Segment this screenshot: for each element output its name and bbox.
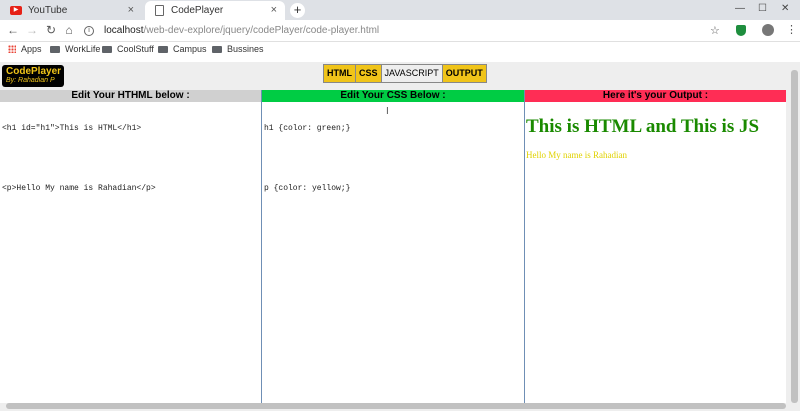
bookmark-label: Apps	[21, 44, 42, 54]
avatar[interactable]	[762, 24, 774, 36]
folder-icon	[158, 45, 168, 53]
home-icon[interactable]: ⌂	[62, 23, 76, 37]
bookmark-worklife[interactable]: WorkLife	[50, 44, 100, 54]
codeplayer-app: CodePlayer By: Rahadian P HTML CSS JAVAS…	[0, 62, 800, 411]
folder-icon	[102, 45, 112, 53]
tab-codeplayer[interactable]: CodePlayer ×	[145, 1, 285, 20]
toggle-javascript[interactable]: JAVASCRIPT	[381, 65, 443, 82]
output-paragraph: Hello My name is Rahadian	[526, 150, 627, 160]
address-bar[interactable]: i localhost/web-dev-explore/jquery/codeP…	[84, 22, 724, 40]
html-panel-header: Edit Your HTHML below :	[0, 90, 261, 102]
vertical-scrollbar[interactable]	[791, 70, 798, 403]
code-line: p {color: yellow;}	[264, 184, 351, 193]
url-host: localhost	[104, 25, 144, 36]
output-panel: Here it's your Output : This is HTML and…	[525, 90, 786, 403]
document-icon	[153, 5, 165, 16]
bookmark-label: CoolStuff	[117, 44, 154, 54]
code-line: <h1 id="h1">This is HTML</h1>	[2, 124, 142, 133]
forward-icon[interactable]: →	[25, 23, 39, 37]
url-path: /web-dev-explore/jquery/codePlayer/code-…	[143, 25, 380, 36]
css-editor[interactable]: h1 {color: green;} p {color: yellow;}	[262, 102, 524, 403]
html-panel: Edit Your HTHML below : <h1 id="h1">This…	[0, 90, 262, 403]
new-tab-button[interactable]: +	[290, 3, 305, 18]
folder-icon	[212, 45, 222, 53]
bookmark-coolstuff[interactable]: CoolStuff	[102, 44, 154, 54]
youtube-icon: ▶	[10, 6, 22, 15]
bookmark-label: WorkLife	[65, 44, 101, 54]
output-panel-header: Here it's your Output :	[525, 90, 786, 102]
back-icon[interactable]: ←	[6, 23, 20, 37]
reload-icon[interactable]: ↻	[44, 23, 58, 37]
output-frame[interactable]: This is HTML and This is JS Hello My nam…	[525, 102, 786, 403]
close-window-icon[interactable]: ✕	[781, 3, 789, 14]
tab-title: YouTube	[28, 5, 68, 16]
bookmark-campus[interactable]: Campus	[158, 44, 207, 54]
maximize-icon[interactable]: ☐	[758, 3, 767, 14]
info-icon[interactable]: i	[84, 26, 94, 36]
bookmarks-bar: Apps WorkLife CoolStuff Campus Bussines	[0, 42, 800, 58]
bookmark-label: Campus	[173, 44, 207, 54]
tab-title: CodePlayer	[171, 5, 224, 16]
close-icon[interactable]: ×	[128, 4, 134, 16]
browser-chrome: ▶ YouTube × CodePlayer × + — ☐ ✕ ← → ↻ ⌂…	[0, 0, 800, 62]
bookmark-label: Bussines	[227, 44, 264, 54]
html-editor[interactable]: <h1 id="h1">This is HTML</h1> <p>Hello M…	[0, 102, 261, 403]
apps-icon	[8, 45, 16, 53]
css-panel: Edit Your CSS Below : h1 {color: green;}…	[262, 90, 525, 403]
toggle-css[interactable]: CSS	[356, 65, 382, 82]
css-panel-header: Edit Your CSS Below :	[262, 90, 524, 102]
toggle-output[interactable]: OUTPUT	[442, 65, 486, 82]
tab-youtube[interactable]: ▶ YouTube ×	[2, 1, 142, 20]
folder-icon	[50, 45, 60, 53]
minimize-icon[interactable]: —	[735, 3, 745, 14]
bookmark-apps[interactable]: Apps	[8, 44, 42, 54]
bookmark-bussines[interactable]: Bussines	[212, 44, 264, 54]
logo: CodePlayer By: Rahadian P	[2, 65, 64, 87]
shield-icon[interactable]	[736, 25, 746, 36]
logo-title: CodePlayer	[6, 66, 62, 77]
tab-strip: ▶ YouTube × CodePlayer × + — ☐ ✕	[0, 0, 800, 20]
close-icon[interactable]: ×	[271, 4, 277, 16]
panels: Edit Your HTHML below : <h1 id="h1">This…	[0, 90, 786, 403]
output-heading: This is HTML and This is JS	[526, 116, 760, 137]
logo-subtitle: By: Rahadian P	[6, 77, 55, 84]
toggle-html[interactable]: HTML	[324, 65, 356, 82]
code-line: <p>Hello My name is Rahadian</p>	[2, 184, 156, 193]
menu-icon[interactable]: ⋮	[786, 23, 797, 36]
code-line: h1 {color: green;}	[264, 124, 351, 133]
star-icon[interactable]: ☆	[710, 24, 720, 37]
browser-toolbar: ← → ↻ ⌂ i localhost/web-dev-explore/jque…	[0, 20, 800, 42]
text-cursor-icon: I	[386, 106, 389, 117]
panel-toggles: HTML CSS JAVASCRIPT OUTPUT	[323, 64, 487, 83]
horizontal-scrollbar[interactable]	[6, 403, 786, 409]
